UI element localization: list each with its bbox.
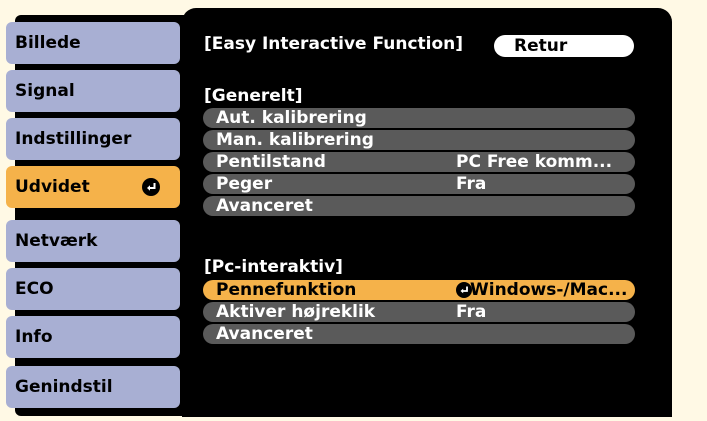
row-avanceret-generelt[interactable]: Avanceret [203, 196, 635, 216]
enter-icon [142, 178, 160, 196]
menu-item-label: ECO [15, 279, 54, 299]
menu-item-label: Indstillinger [15, 129, 132, 149]
row-label: Peger [216, 174, 273, 194]
row-pentilstand[interactable]: Pentilstand PC Free komm... [203, 152, 635, 172]
menu-item-billede[interactable]: Billede [6, 22, 180, 64]
section-header-pc-interaktiv: [Pc-interaktiv] [204, 257, 343, 277]
row-peger[interactable]: Peger Fra [203, 174, 635, 194]
menu-item-netvaerk[interactable]: Netværk [6, 220, 180, 262]
row-aktiver-hoejreklik[interactable]: Aktiver højreklik Fra [203, 302, 635, 322]
menu-item-udvidet[interactable]: Udvidet [6, 166, 180, 208]
menu-item-label: Genindstil [15, 377, 113, 397]
menu-item-indstillinger[interactable]: Indstillinger [6, 118, 180, 160]
submenu-panel: [Easy Interactive Function] Retur [Gener… [182, 8, 672, 417]
submenu-title: [Easy Interactive Function] [204, 34, 464, 54]
row-pennefunktion[interactable]: Pennefunktion Windows-/Mac... [203, 280, 635, 300]
row-label: Aut. kalibrering [216, 108, 367, 128]
row-value: Fra [456, 174, 487, 194]
projector-menu-screen: Billede Signal Indstillinger Udvidet Net… [0, 0, 707, 421]
row-label: Pentilstand [216, 152, 326, 172]
row-label: Avanceret [216, 324, 313, 344]
row-label: Avanceret [216, 196, 313, 216]
row-avanceret-pc[interactable]: Avanceret [203, 324, 635, 344]
menu-item-label: Udvidet [15, 177, 90, 197]
menu-item-genindstil[interactable]: Genindstil [6, 366, 180, 408]
row-aut-kalibrering[interactable]: Aut. kalibrering [203, 108, 635, 128]
row-label: Man. kalibrering [216, 130, 374, 150]
menu-item-label: Billede [15, 33, 81, 53]
menu-item-label: Info [15, 327, 53, 347]
row-label: Pennefunktion [216, 280, 357, 300]
menu-item-label: Netværk [15, 231, 98, 251]
menu-item-label: Signal [15, 81, 75, 101]
menu-item-eco[interactable]: ECO [6, 268, 180, 310]
row-value: Fra [456, 302, 487, 322]
row-value: PC Free komm... [456, 152, 613, 172]
row-value: Windows-/Mac... [470, 280, 628, 300]
section-header-generelt: [Generelt] [204, 86, 303, 106]
menu-item-signal[interactable]: Signal [6, 70, 180, 112]
row-man-kalibrering[interactable]: Man. kalibrering [203, 130, 635, 150]
menu-item-info[interactable]: Info [6, 316, 180, 358]
return-button[interactable]: Retur [494, 35, 634, 57]
row-label: Aktiver højreklik [216, 302, 376, 322]
